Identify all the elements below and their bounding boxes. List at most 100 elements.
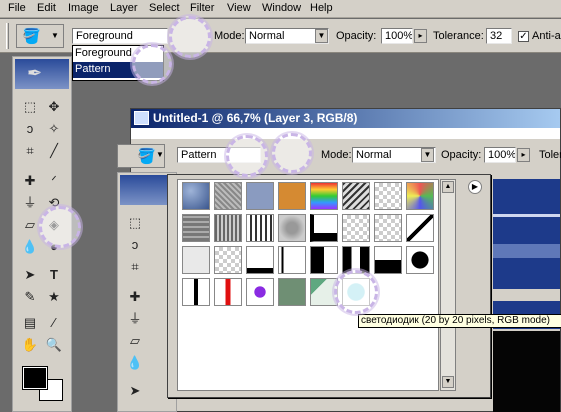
toolbox-header: ✒: [15, 59, 69, 89]
clone-stamp-icon[interactable]: ⏚: [19, 193, 41, 213]
blur-tool-icon[interactable]: 💧: [19, 237, 41, 257]
chevron-right-icon[interactable]: ▸: [414, 29, 427, 43]
canvas-dark-area: [493, 331, 560, 412]
pattern-underline[interactable]: [246, 246, 274, 274]
canvas-line: [493, 214, 560, 217]
pattern-corner[interactable]: [310, 214, 338, 242]
eraser-tool-icon[interactable]: ▱: [124, 331, 146, 351]
pen-tool-icon[interactable]: ✎: [19, 287, 41, 307]
tolerance-label: Toler: [539, 149, 561, 161]
menu-edit[interactable]: Edit: [37, 2, 56, 14]
pattern-gravel[interactable]: [214, 182, 242, 210]
pattern-bubbles[interactable]: [182, 182, 210, 210]
pattern-multicolor[interactable]: [406, 182, 434, 210]
zoom-tool-icon[interactable]: 🔍: [43, 335, 65, 355]
opacity-field[interactable]: 100%: [381, 28, 413, 44]
pattern-tooltip: светодиодик (20 by 20 pixels, RGB mode): [358, 314, 561, 328]
chevron-down-icon: ▼: [156, 150, 164, 159]
opacity-label: Opacity:: [336, 30, 377, 42]
paint-bucket-icon: 🪣: [22, 28, 41, 45]
highlight-ring: [272, 133, 312, 173]
pattern-arrows[interactable]: [246, 214, 274, 242]
pattern-texture-dark[interactable]: [342, 182, 370, 210]
tolerance-field[interactable]: 32: [486, 28, 512, 44]
menu-file[interactable]: File: [8, 2, 26, 14]
canvas-bar: [493, 244, 560, 258]
eraser-tool-icon[interactable]: ▱: [19, 215, 41, 235]
pattern-dots[interactable]: [374, 214, 402, 242]
panel-menu-icon[interactable]: ▶: [468, 180, 482, 194]
pattern-purple-square[interactable]: [246, 278, 274, 306]
pattern-light[interactable]: [182, 246, 210, 274]
pattern-orange[interactable]: [278, 182, 306, 210]
menu-layer[interactable]: Layer: [110, 2, 138, 14]
pattern-blue-fabric[interactable]: [246, 182, 274, 210]
lasso-tool-icon[interactable]: ↄ: [19, 119, 41, 139]
pattern-black-circle[interactable]: [406, 246, 434, 274]
path-selection-icon[interactable]: ➤: [124, 381, 146, 401]
pattern-black-half[interactable]: [374, 246, 402, 274]
pattern-green[interactable]: [278, 278, 306, 306]
pattern-checker[interactable]: [374, 182, 402, 210]
crop-tool-icon[interactable]: ⌗: [19, 141, 41, 161]
brush-tool-icon[interactable]: ᐟ: [43, 171, 65, 191]
menu-view[interactable]: View: [227, 2, 251, 14]
mode-label: Mode:: [321, 149, 352, 161]
healing-brush-icon[interactable]: ✚: [124, 287, 146, 307]
antialias-label: Anti-al: [532, 30, 561, 42]
menu-filter[interactable]: Filter: [190, 2, 214, 14]
opacity-field[interactable]: 100%: [484, 147, 516, 163]
move-tool-icon[interactable]: ✥: [43, 97, 65, 117]
crop-tool-icon[interactable]: ⌗: [124, 257, 146, 277]
mode-label: Mode:: [214, 30, 245, 42]
menu-bar: File Edit Image Layer Select Filter View…: [0, 0, 561, 18]
eyedropper-icon[interactable]: ⁄: [43, 313, 65, 333]
highlight-ring: [39, 206, 81, 248]
scroll-down-icon[interactable]: ▼: [442, 376, 454, 388]
menu-window[interactable]: Window: [262, 2, 301, 14]
menu-help[interactable]: Help: [310, 2, 333, 14]
chevron-down-icon[interactable]: ▼: [421, 148, 434, 162]
pattern-noise[interactable]: [214, 214, 242, 242]
highlight-ring: [132, 44, 172, 84]
scroll-up-icon[interactable]: ▲: [442, 181, 454, 193]
pattern-grid: [177, 179, 439, 391]
menu-image[interactable]: Image: [68, 2, 99, 14]
slice-tool-icon[interactable]: ╱: [43, 141, 65, 161]
type-tool-icon[interactable]: T: [43, 265, 65, 285]
pattern-diagonal[interactable]: [406, 214, 434, 242]
pattern-black-bar[interactable]: [182, 278, 210, 306]
pattern-scrollbar[interactable]: ▲ ▼: [440, 179, 456, 391]
hand-tool-icon[interactable]: ✋: [19, 335, 41, 355]
menu-select[interactable]: Select: [149, 2, 180, 14]
healing-brush-icon[interactable]: ✚: [19, 171, 41, 191]
pattern-x-marks[interactable]: [342, 214, 370, 242]
document-options-bar: 🪣 ▼ Pattern Mode: Normal ▼ Opacity: 100%…: [117, 139, 561, 171]
chevron-down-icon[interactable]: ▼: [315, 29, 328, 43]
pattern-stone[interactable]: [182, 214, 210, 242]
pattern-black-block[interactable]: [310, 246, 338, 274]
antialias-checkbox[interactable]: ✓: [518, 31, 529, 42]
chevron-right-icon[interactable]: ▸: [517, 148, 530, 162]
grip: [6, 23, 9, 49]
magic-wand-icon[interactable]: ✧: [43, 119, 65, 139]
marquee-tool-icon[interactable]: ⬚: [124, 213, 146, 233]
fill-source-select[interactable]: Foreground: [72, 28, 168, 44]
notes-tool-icon[interactable]: ▤: [19, 313, 41, 333]
clone-stamp-icon[interactable]: ⏚: [124, 309, 146, 329]
blur-tool-icon[interactable]: 💧: [124, 353, 146, 373]
pattern-cross[interactable]: [278, 246, 306, 274]
pattern-light-checker[interactable]: [214, 246, 242, 274]
paint-bucket-icon: 🪣: [137, 148, 156, 165]
marquee-tool-icon[interactable]: ⬚: [19, 97, 41, 117]
custom-shape-icon[interactable]: ★: [43, 287, 65, 307]
pattern-granite[interactable]: [278, 214, 306, 242]
pattern-red-bar[interactable]: [214, 278, 242, 306]
foreground-color-swatch[interactable]: [22, 366, 48, 390]
toolbox-header: [120, 175, 174, 205]
document-title[interactable]: Untitled-1 @ 66,7% (Layer 3, RGB/8): [131, 109, 560, 128]
lasso-tool-icon[interactable]: ↄ: [124, 235, 146, 255]
path-selection-icon[interactable]: ➤: [19, 265, 41, 285]
tool-preset-picker[interactable]: 🪣 ▼: [16, 24, 64, 48]
pattern-rainbow[interactable]: [310, 182, 338, 210]
